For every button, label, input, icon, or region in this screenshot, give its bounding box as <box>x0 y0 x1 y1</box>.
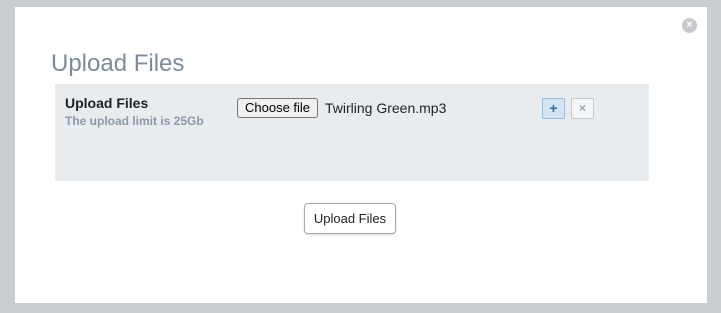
upload-row: Upload Files The upload limit is 25Gb Ch… <box>55 84 649 181</box>
upload-modal: × Upload Files Upload Files The upload l… <box>15 7 707 303</box>
add-file-row-icon[interactable]: + <box>542 98 565 119</box>
upload-files-button[interactable]: Upload Files <box>304 203 396 234</box>
upload-limit-hint: The upload limit is 25Gb <box>65 114 204 128</box>
modal-title: Upload Files <box>51 50 185 77</box>
selected-file-name: Twirling Green.mp3 <box>325 100 447 116</box>
choose-file-button[interactable]: Choose file <box>237 98 319 118</box>
close-icon[interactable]: × <box>682 18 697 33</box>
remove-file-row-icon[interactable]: × <box>571 98 594 119</box>
upload-field-label: Upload Files <box>65 95 149 111</box>
